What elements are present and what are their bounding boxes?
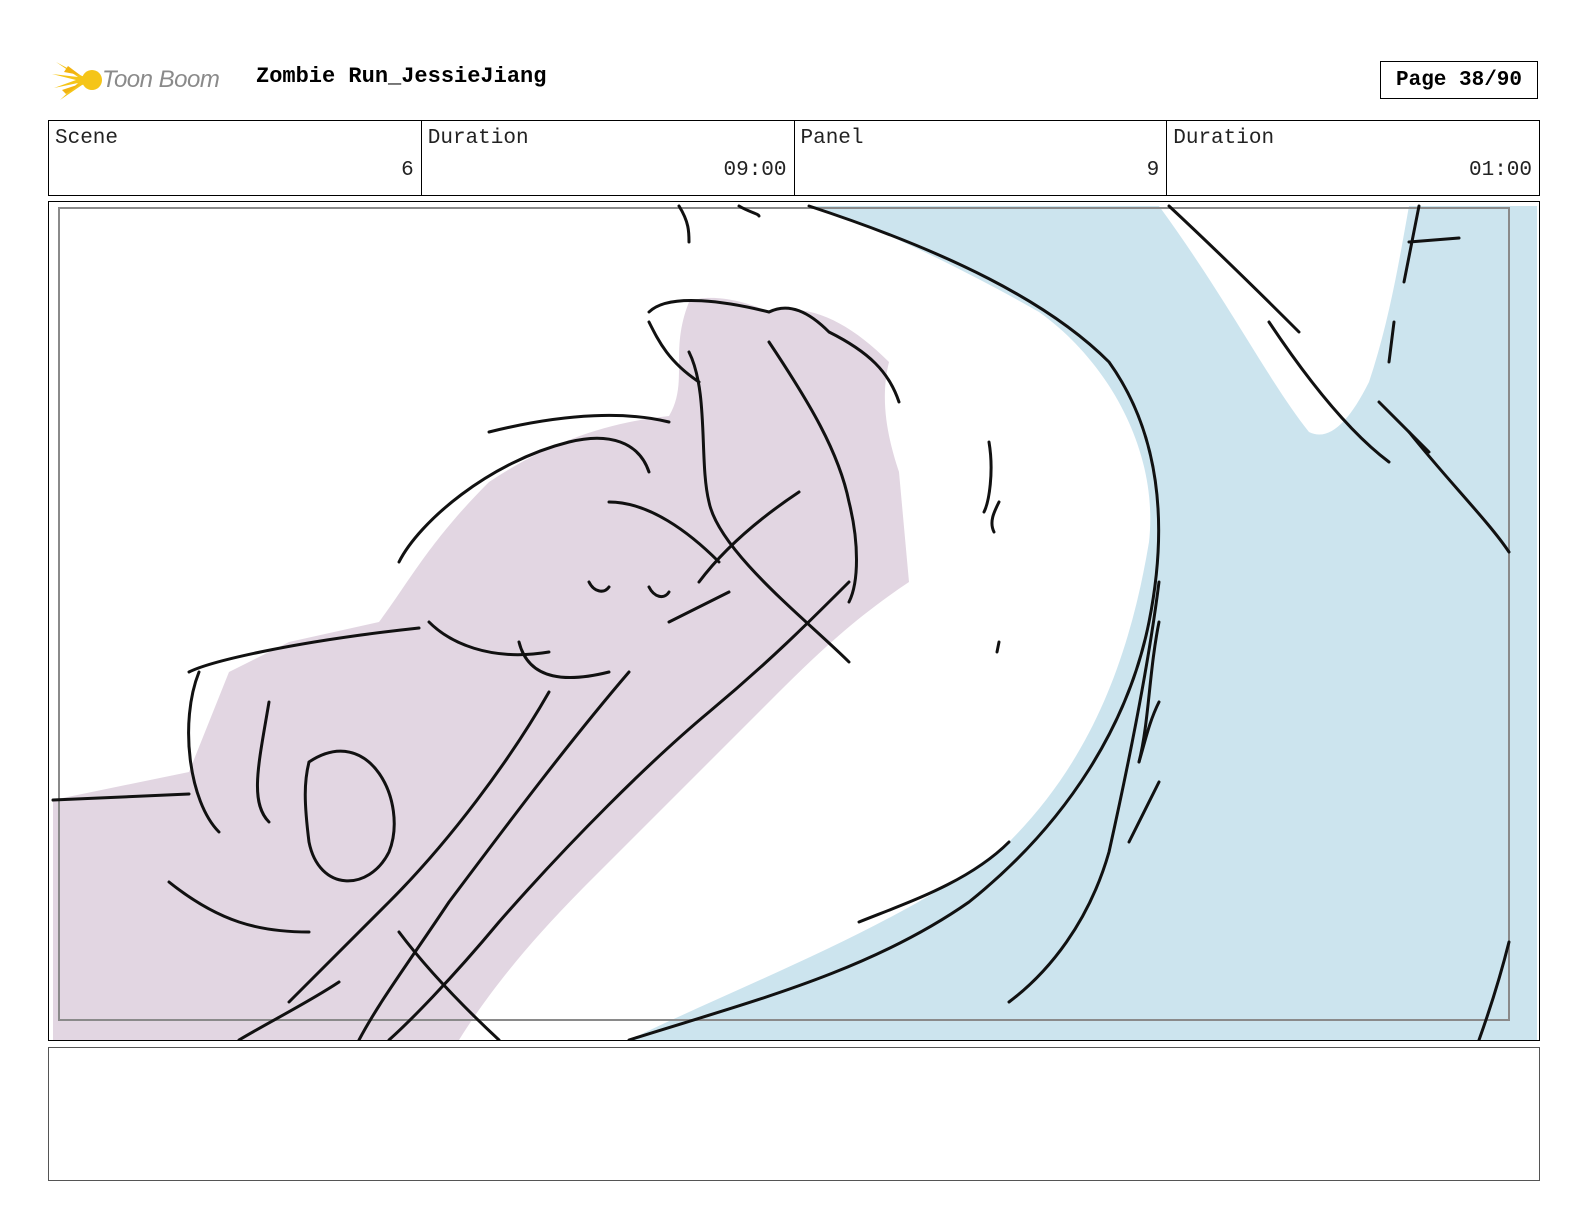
scene-duration-value: 09:00 <box>723 159 787 182</box>
panel-duration-label: Duration <box>1173 127 1275 150</box>
panel-duration-value: 01:00 <box>1468 159 1532 182</box>
panel-cell: Panel 9 <box>795 121 1168 195</box>
project-title: Zombie Run_JessieJiang <box>256 64 547 89</box>
page-header: Toon Boom Zombie Run_JessieJiang Page 38… <box>48 56 1540 104</box>
character-region <box>53 297 909 1040</box>
scene-cell: Scene 6 <box>49 121 422 195</box>
logo-text: Toon Boom <box>102 66 220 93</box>
panel-sketch <box>51 204 1537 1040</box>
page-indicator: Page 38/90 <box>1380 61 1538 99</box>
panel-duration-cell: Duration 01:00 <box>1167 121 1539 195</box>
scene-value: 6 <box>401 159 414 182</box>
panel-value: 9 <box>1146 159 1160 182</box>
starburst-logo-icon <box>52 62 102 100</box>
scene-duration-cell: Duration 09:00 <box>422 121 795 195</box>
scene-label: Scene <box>55 127 119 150</box>
storyboard-panel <box>48 201 1540 1041</box>
panel-notes-area[interactable] <box>48 1047 1540 1181</box>
scene-duration-label: Duration <box>427 127 529 150</box>
toon-boom-logo: Toon Boom <box>52 56 242 104</box>
panel-label: Panel <box>800 127 864 150</box>
scene-info-table: Scene 6 Duration 09:00 Panel 9 Duration … <box>48 120 1540 196</box>
